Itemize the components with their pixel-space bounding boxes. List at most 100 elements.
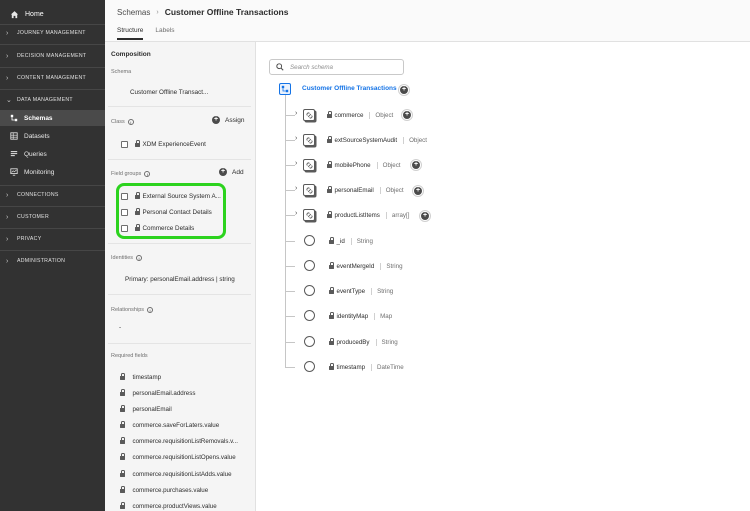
divider (108, 343, 251, 344)
tree-field-producedby[interactable]: producedBy String (329, 337, 398, 347)
dataset-icon (10, 132, 18, 140)
schema-root-name[interactable]: Customer Offline Transactions (302, 85, 397, 92)
schema-root-icon[interactable] (279, 83, 291, 95)
tree-field-eventmergeid[interactable]: eventMergeId String (329, 261, 403, 271)
chevron-right-icon[interactable]: › (295, 160, 297, 167)
nav-item-datasets[interactable]: Datasets (0, 128, 105, 144)
nav-section-data[interactable]: ⌄ DATA MANAGEMENT (6, 95, 73, 105)
field-type: String (371, 287, 393, 295)
field-name: extSourceSystemAudit (334, 136, 398, 144)
add-field-button[interactable]: + (410, 159, 422, 171)
leaf-field-icon (304, 260, 315, 271)
assign-label: Assign (225, 116, 245, 124)
nav-section-privacy[interactable]: › PRIVACY (6, 234, 42, 244)
lock-icon (327, 136, 332, 143)
array-field-icon (303, 209, 315, 221)
class-item[interactable]: XDM ExperienceEvent (121, 139, 206, 149)
lock-icon (327, 111, 332, 118)
divider (108, 243, 251, 244)
info-icon[interactable]: i (147, 307, 154, 313)
relationships-label-text: Relationships (111, 307, 145, 313)
nav-item-monitoring[interactable]: Monitoring (0, 164, 105, 180)
lock-icon (329, 287, 334, 294)
identity-value: Primary: personalEmail.address | string (125, 276, 235, 283)
nav-section-customer[interactable]: › CUSTOMER (6, 212, 49, 222)
required-field-name: commerce.saveForLaters.value (132, 421, 220, 429)
nav-section-content[interactable]: › CONTENT MANAGEMENT (6, 73, 86, 83)
tree-field-identitymap[interactable]: identityMap Map (329, 311, 392, 321)
field-name: commerce (334, 111, 364, 119)
nav-section-connections[interactable]: › CONNECTIONS (6, 190, 59, 200)
field-type: Object (403, 136, 427, 144)
tab-bar: Structure Labels (117, 27, 187, 40)
leaf-field-icon (304, 235, 315, 246)
object-field-icon (303, 159, 315, 171)
nav-home-label: Home (25, 10, 44, 18)
nav-section-journey[interactable]: › JOURNEY MANAGEMENT (6, 28, 86, 38)
nav-divider (0, 250, 105, 251)
field-name: eventType (336, 287, 366, 295)
nav-item-schemas[interactable]: Schemas (0, 110, 105, 126)
tree-branch (285, 367, 295, 368)
nav-section-label: CONTENT MANAGEMENT (17, 75, 86, 81)
chevron-right-icon[interactable]: › (295, 110, 297, 117)
breadcrumb-schemas[interactable]: Schemas (117, 8, 150, 17)
add-field-button[interactable]: + (419, 210, 431, 222)
tree-object-productlistitems[interactable]: productListItems array[] (327, 210, 409, 220)
field-type: DateTime (371, 363, 404, 371)
tree-field-id[interactable]: _id String (329, 236, 373, 246)
tree-object-mobilephone[interactable]: mobilePhone Object (327, 160, 401, 170)
tree-object-commerce[interactable]: commerce Object (327, 110, 393, 120)
tree-field-eventtype[interactable]: eventType String (329, 286, 393, 296)
nav-divider (0, 185, 105, 186)
lock-icon (329, 237, 334, 244)
chevron-right-icon: › (6, 235, 9, 243)
nav-item-label: Datasets (24, 132, 50, 140)
search-input[interactable]: Search schema (269, 59, 404, 75)
home-icon (10, 10, 19, 18)
nav-section-administration[interactable]: › ADMINISTRATION (6, 256, 65, 266)
object-field-icon (303, 134, 315, 146)
lock-icon (120, 502, 125, 509)
add-field-button[interactable]: + (398, 84, 410, 96)
tree-branch (285, 342, 295, 343)
field-name: personalEmail (334, 186, 374, 194)
tree-field-timestamp[interactable]: timestamp DateTime (329, 362, 404, 372)
lock-icon (329, 338, 334, 345)
field-name: timestamp (336, 363, 366, 371)
tree-object-extsourcesystemaudit[interactable]: extSourceSystemAudit Object (327, 135, 427, 145)
info-icon[interactable]: i (136, 255, 143, 261)
chevron-right-icon[interactable]: › (295, 210, 297, 217)
assign-button[interactable]: + Assign (212, 116, 245, 124)
schema-name[interactable]: Customer Offline Transact... (130, 89, 208, 96)
chevron-right-icon: › (156, 8, 159, 16)
add-field-button[interactable]: + (401, 109, 413, 121)
add-field-button[interactable]: + (412, 185, 424, 197)
nav-item-queries[interactable]: Queries (0, 146, 105, 162)
field-name: _id (336, 237, 345, 245)
nav-item-label: Monitoring (24, 168, 55, 176)
class-checkbox[interactable] (121, 140, 128, 148)
tab-structure[interactable]: Structure (117, 27, 144, 40)
breadcrumb: Schemas › Customer Offline Transactions (117, 7, 288, 17)
chevron-right-icon[interactable]: › (295, 185, 297, 192)
left-nav: Home › JOURNEY MANAGEMENT › DECISION MANAG… (0, 0, 105, 511)
nav-section-decision[interactable]: › DECISION MANAGEMENT (6, 51, 86, 61)
info-icon[interactable]: i (144, 171, 151, 177)
chevron-right-icon[interactable]: › (295, 135, 297, 142)
nav-section-label: CUSTOMER (17, 214, 49, 220)
tree-branch (285, 215, 295, 216)
schema-icon (10, 114, 18, 122)
add-icon: + (403, 111, 411, 119)
add-field-group-button[interactable]: + Add (219, 168, 244, 176)
field-type: Map (374, 312, 392, 320)
field-name: eventMergeId (336, 262, 375, 270)
field-name: mobilePhone (334, 161, 371, 169)
required-field-name: personalEmail (132, 405, 172, 413)
info-icon[interactable]: i (127, 119, 134, 125)
tab-labels[interactable]: Labels (155, 27, 174, 40)
add-label: Add (232, 168, 244, 176)
field-type: Object (369, 111, 393, 119)
tree-object-personalemail[interactable]: personalEmail Object (327, 185, 404, 195)
nav-home[interactable]: Home (10, 8, 44, 20)
